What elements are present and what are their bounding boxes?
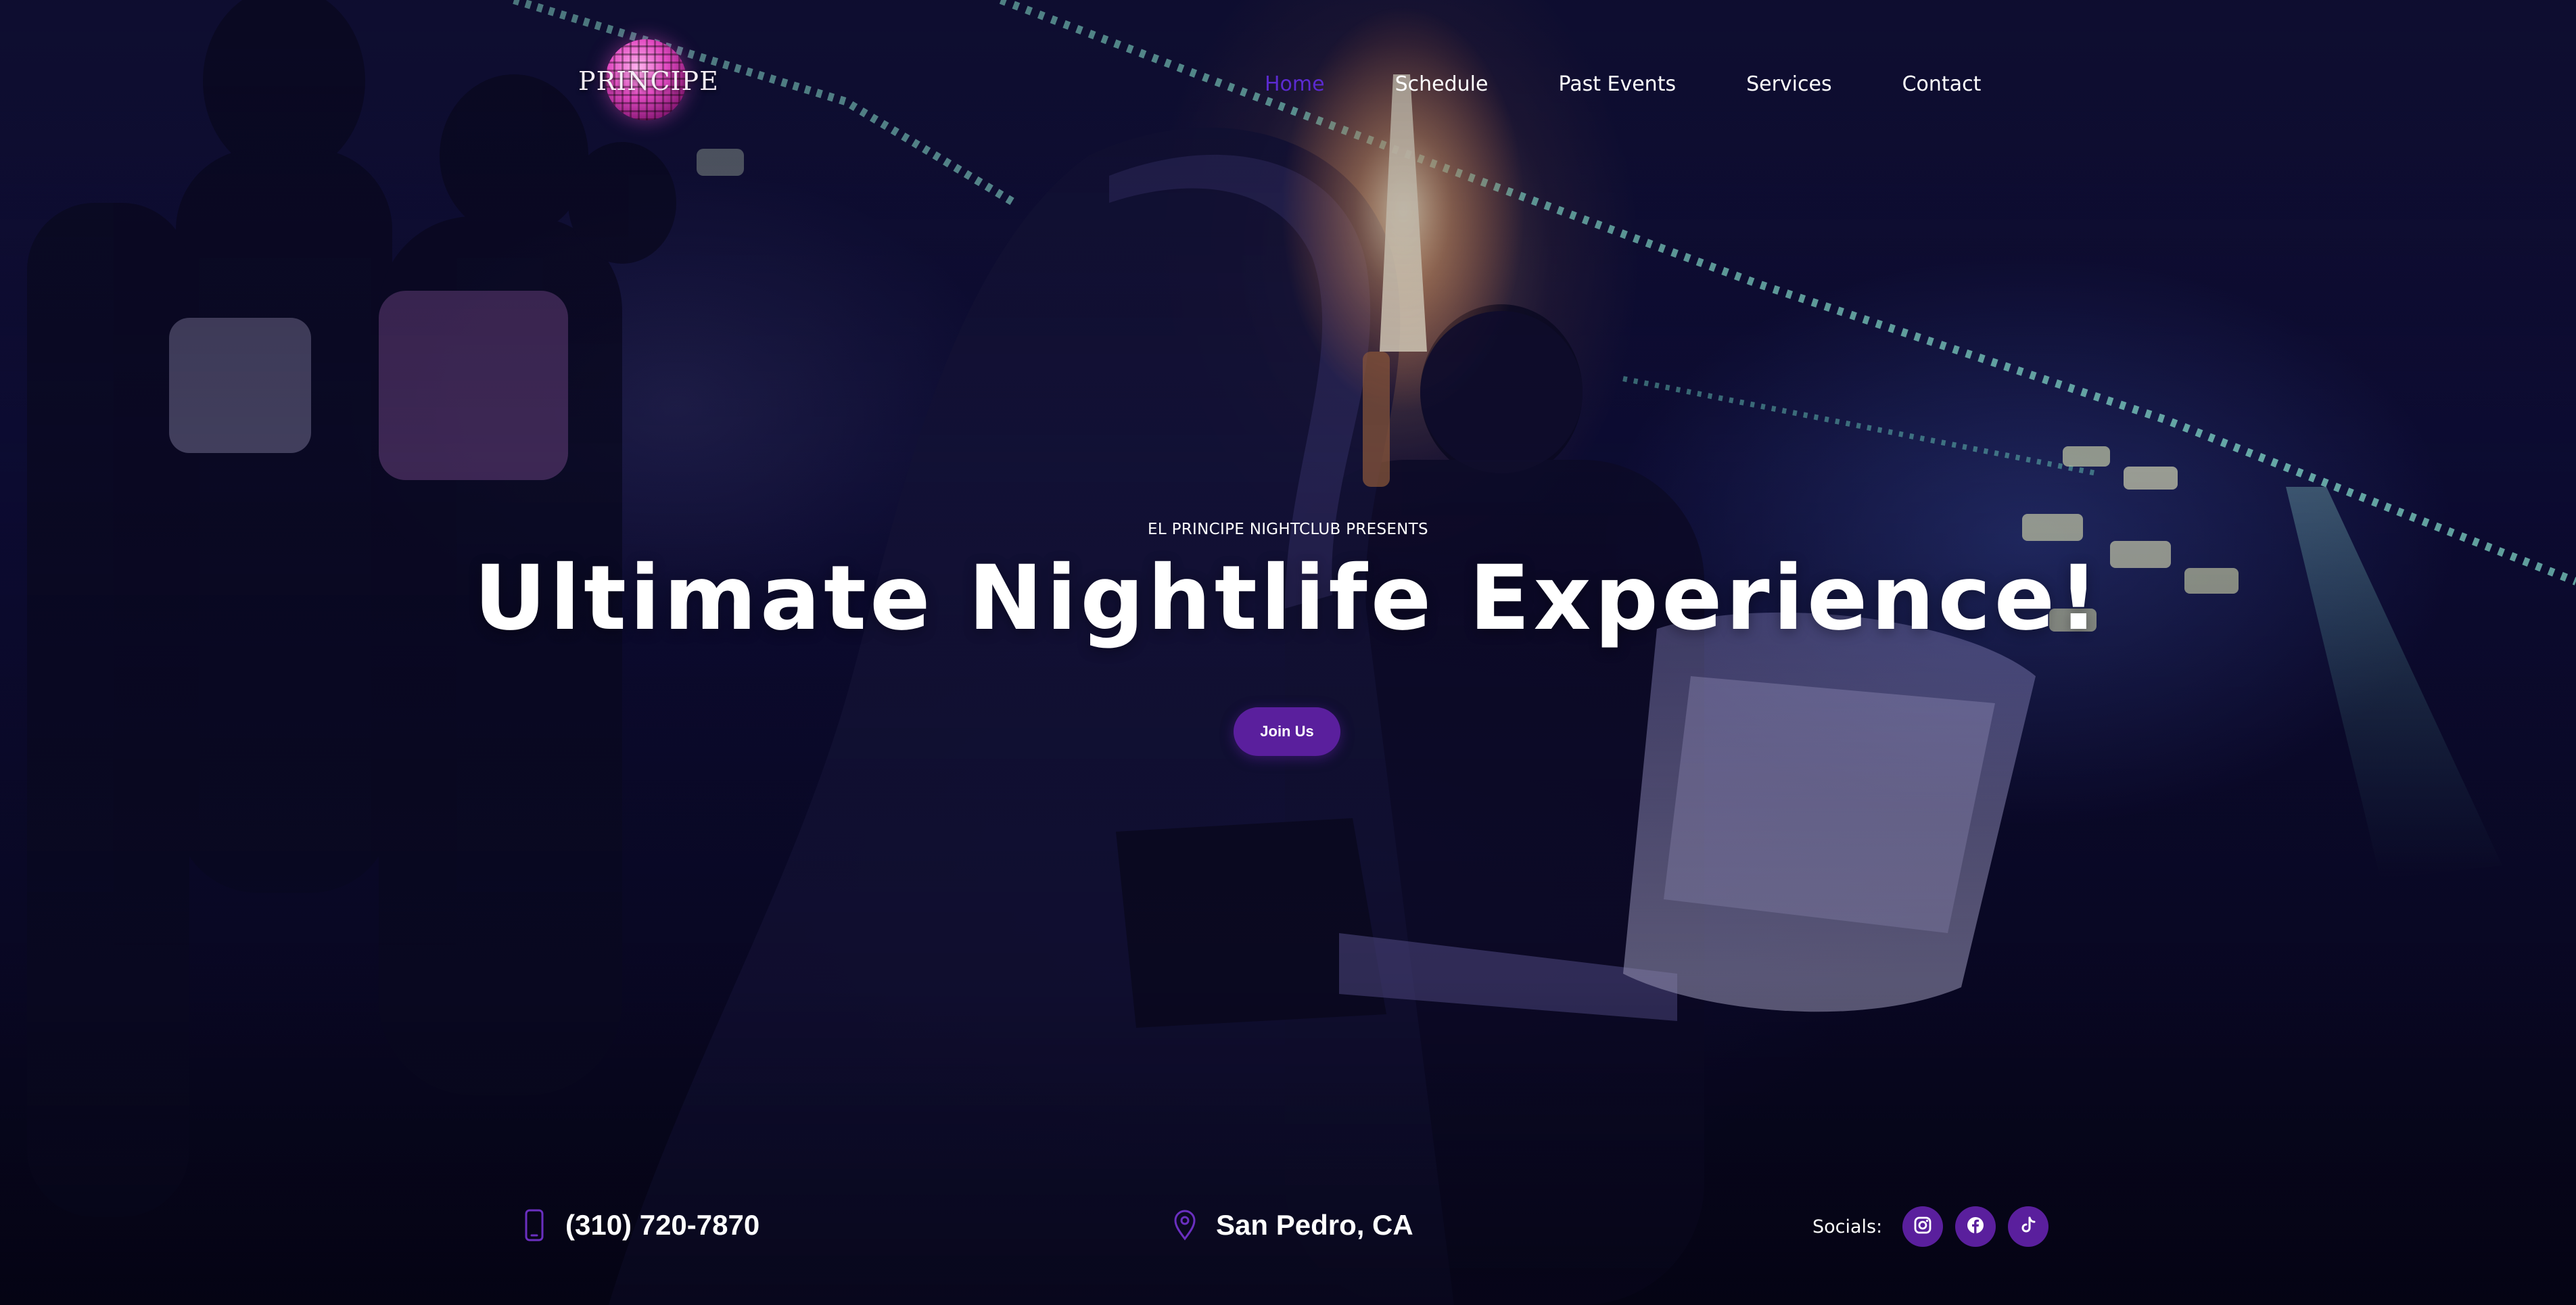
site-logo[interactable]: PRINCIPE (578, 34, 719, 128)
nav-item-contact[interactable]: Contact (1902, 68, 1982, 101)
socials-label: Socials: (1812, 1216, 1883, 1237)
facebook-icon (1965, 1215, 1986, 1239)
nav-item-past-events[interactable]: Past Events (1558, 68, 1676, 101)
socials: Socials: (1812, 1206, 2049, 1247)
hero-background (0, 0, 2576, 1305)
hero-eyebrow: EL PRINCIPE NIGHTCLUB PRESENTS (1148, 521, 1428, 538)
map-pin-icon (1171, 1208, 1198, 1243)
main-nav: Home Schedule Past Events Services Conta… (1265, 68, 1981, 101)
contact-info-bar: (310) 720-7870 San Pedro, CA Socials: (0, 1190, 2576, 1271)
tiktok-icon (2018, 1215, 2038, 1239)
site-header: PRINCIPE Home Schedule Past Events Servi… (0, 0, 2576, 169)
hero-overlay (0, 0, 2576, 1305)
phone-icon (521, 1208, 548, 1243)
nav-item-home[interactable]: Home (1265, 68, 1325, 101)
logo-text: PRINCIPE (578, 66, 719, 96)
phone-number: (310) 720-7870 (565, 1209, 760, 1241)
phone-info[interactable]: (310) 720-7870 (521, 1208, 759, 1243)
join-us-button[interactable]: Join Us (1234, 707, 1340, 756)
instagram-button[interactable] (1902, 1206, 1944, 1247)
nav-item-services[interactable]: Services (1746, 68, 1832, 101)
hero-headline: Ultimate Nightlife Experience! (473, 546, 2103, 650)
instagram-icon (1913, 1215, 1933, 1239)
nav-item-schedule[interactable]: Schedule (1395, 68, 1489, 101)
facebook-button[interactable] (1955, 1206, 1996, 1247)
location-info: San Pedro, CA (1171, 1208, 1413, 1243)
location-text: San Pedro, CA (1216, 1209, 1413, 1241)
tiktok-button[interactable] (2008, 1206, 2049, 1247)
